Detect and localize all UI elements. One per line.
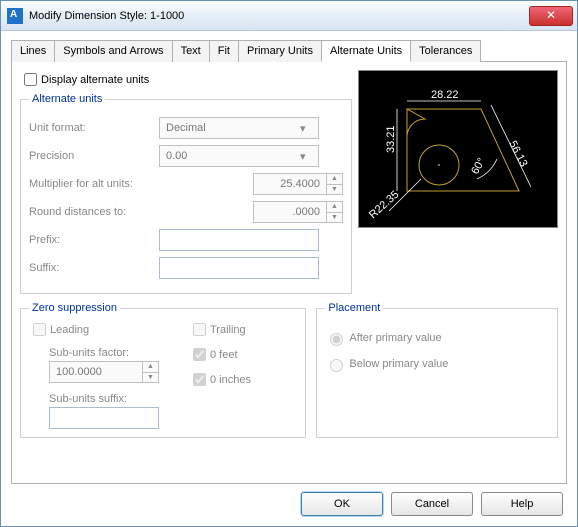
feet-checkbox[interactable] <box>193 348 206 361</box>
round-spinner[interactable]: .0000 ▲▼ <box>253 201 343 223</box>
tab-text[interactable]: Text <box>172 40 210 62</box>
spin-down-icon[interactable]: ▼ <box>143 373 158 383</box>
precision-value: 0.00 <box>166 150 187 162</box>
tab-primary[interactable]: Primary Units <box>238 40 322 62</box>
dialog-body: Lines Symbols and Arrows Text Fit Primar… <box>1 31 577 526</box>
tab-panel-alternate: Display alternate units Alternate units … <box>11 62 567 484</box>
after-primary-radio[interactable] <box>330 333 343 346</box>
tab-tolerances[interactable]: Tolerances <box>410 40 481 62</box>
spin-down-icon[interactable]: ▼ <box>327 213 342 223</box>
spin-up-icon[interactable]: ▲ <box>143 362 158 373</box>
suffix-label: Suffix: <box>29 262 159 274</box>
tab-fit[interactable]: Fit <box>209 40 239 62</box>
zero-suppression-legend: Zero suppression <box>29 302 120 314</box>
round-label: Round distances to: <box>29 206 159 218</box>
spin-up-icon[interactable]: ▲ <box>327 202 342 213</box>
dialog-footer: OK Cancel Help <box>11 484 567 520</box>
suffix-input[interactable] <box>159 257 319 279</box>
ok-button[interactable]: OK <box>301 492 383 516</box>
tab-bar: Lines Symbols and Arrows Text Fit Primar… <box>11 39 567 62</box>
cancel-button[interactable]: Cancel <box>391 492 473 516</box>
placement-group: Placement After primary value Below prim… <box>316 302 558 438</box>
preview-dim-right: 56.13 <box>506 139 529 169</box>
titlebar[interactable]: Modify Dimension Style: 1-1000 ✕ <box>1 1 577 31</box>
display-alternate-label: Display alternate units <box>41 74 149 86</box>
below-primary-radio[interactable] <box>330 359 343 372</box>
precision-label: Precision <box>29 150 159 162</box>
below-primary-label: Below primary value <box>349 358 448 370</box>
after-primary-label: After primary value <box>349 332 441 344</box>
multiplier-value: 25.4000 <box>254 178 326 190</box>
multiplier-spinner[interactable]: 25.4000 ▲▼ <box>253 173 343 195</box>
sub-factor-spinner[interactable]: 100.0000 ▲▼ <box>49 361 159 383</box>
dialog-window: Modify Dimension Style: 1-1000 ✕ Lines S… <box>0 0 578 527</box>
unit-format-value: Decimal <box>166 122 206 134</box>
sub-factor-value: 100.0000 <box>50 366 142 378</box>
leading-label: Leading <box>50 324 89 336</box>
inches-checkbox[interactable] <box>193 373 206 386</box>
tab-symbols[interactable]: Symbols and Arrows <box>54 40 172 62</box>
feet-label: 0 feet <box>210 349 238 361</box>
prefix-label: Prefix: <box>29 234 159 246</box>
trailing-checkbox[interactable] <box>193 323 206 336</box>
alternate-units-legend: Alternate units <box>29 93 105 105</box>
sub-suffix-label: Sub-units suffix: <box>49 393 159 405</box>
precision-combo[interactable]: 0.00 ▾ <box>159 145 319 167</box>
inches-label: 0 inches <box>210 374 251 386</box>
spin-down-icon[interactable]: ▼ <box>327 185 342 195</box>
zero-suppression-group: Zero suppression Leading Sub-units facto… <box>20 302 306 438</box>
placement-legend: Placement <box>325 302 383 314</box>
app-icon <box>7 8 23 24</box>
unit-format-label: Unit format: <box>29 122 159 134</box>
round-value: .0000 <box>254 206 326 218</box>
multiplier-label: Multiplier for alt units: <box>29 178 159 190</box>
display-alternate-checkbox[interactable] <box>24 73 37 86</box>
tab-alternate[interactable]: Alternate Units <box>321 40 411 62</box>
trailing-label: Trailing <box>210 324 246 336</box>
help-button[interactable]: Help <box>481 492 563 516</box>
window-title: Modify Dimension Style: 1-1000 <box>29 10 529 22</box>
alternate-units-group: Alternate units Unit format: Decimal ▾ P… <box>20 93 352 294</box>
spin-up-icon[interactable]: ▲ <box>327 174 342 185</box>
leading-checkbox[interactable] <box>33 323 46 336</box>
tab-lines[interactable]: Lines <box>11 40 55 62</box>
preview-dim-radius: R22.35 <box>367 189 401 222</box>
sub-suffix-input[interactable] <box>49 407 159 429</box>
dimension-preview: 28.22 33.21 56.13 R22.35 60° <box>358 70 558 228</box>
prefix-input[interactable] <box>159 229 319 251</box>
close-button[interactable]: ✕ <box>529 6 573 26</box>
sub-factor-label: Sub-units factor: <box>49 347 159 359</box>
chevron-down-icon: ▾ <box>300 122 314 136</box>
chevron-down-icon: ▾ <box>300 150 314 164</box>
unit-format-combo[interactable]: Decimal ▾ <box>159 117 319 139</box>
preview-dim-top: 28.22 <box>431 89 459 101</box>
preview-dim-left: 33.21 <box>385 125 397 153</box>
preview-dim-angle: 60° <box>469 156 488 176</box>
